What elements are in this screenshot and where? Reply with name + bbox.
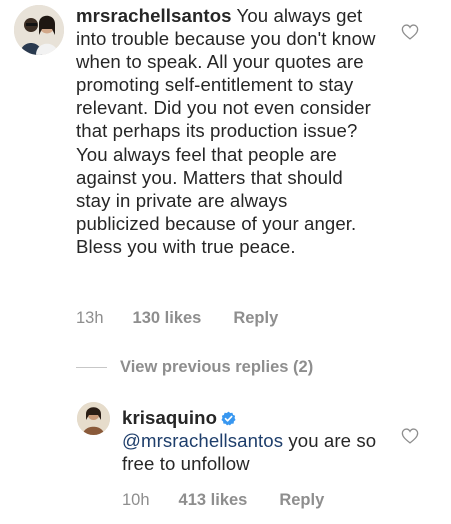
divider-line <box>76 367 107 368</box>
reply-avatar[interactable] <box>77 402 110 435</box>
comment-text: mrsrachellsantos You always get into tro… <box>76 4 376 258</box>
reply-reply-button[interactable]: Reply <box>279 491 324 510</box>
reply-username[interactable]: krisaquino <box>122 407 217 428</box>
heart-outline-icon[interactable] <box>401 428 419 444</box>
comment-time: 13h <box>76 309 104 327</box>
view-previous-replies-button[interactable]: View previous replies (2) <box>76 358 313 377</box>
view-previous-replies-label: View previous replies (2) <box>120 358 314 376</box>
verified-badge-icon <box>221 411 236 426</box>
reply-meta: 10h 413 likes Reply <box>122 491 324 510</box>
comment-body: You always get into trouble because you … <box>76 5 376 257</box>
profile-photo-person <box>77 402 110 435</box>
reply-likes[interactable]: 413 likes <box>179 491 248 510</box>
comment-reply-button[interactable]: Reply <box>233 309 278 328</box>
reply-time: 10h <box>122 491 150 509</box>
heart-outline-icon[interactable] <box>401 24 419 40</box>
avatar[interactable] <box>14 5 64 55</box>
profile-photo-couple <box>14 5 64 55</box>
reply-text: krisaquino @mrsrachellsantos you are so … <box>122 406 377 475</box>
comment-username[interactable]: mrsrachellsantos <box>76 5 232 26</box>
comment-meta: 13h 130 likes Reply <box>76 309 278 328</box>
comment-likes[interactable]: 130 likes <box>133 309 202 328</box>
reply-mention[interactable]: @mrsrachellsantos <box>122 430 283 451</box>
